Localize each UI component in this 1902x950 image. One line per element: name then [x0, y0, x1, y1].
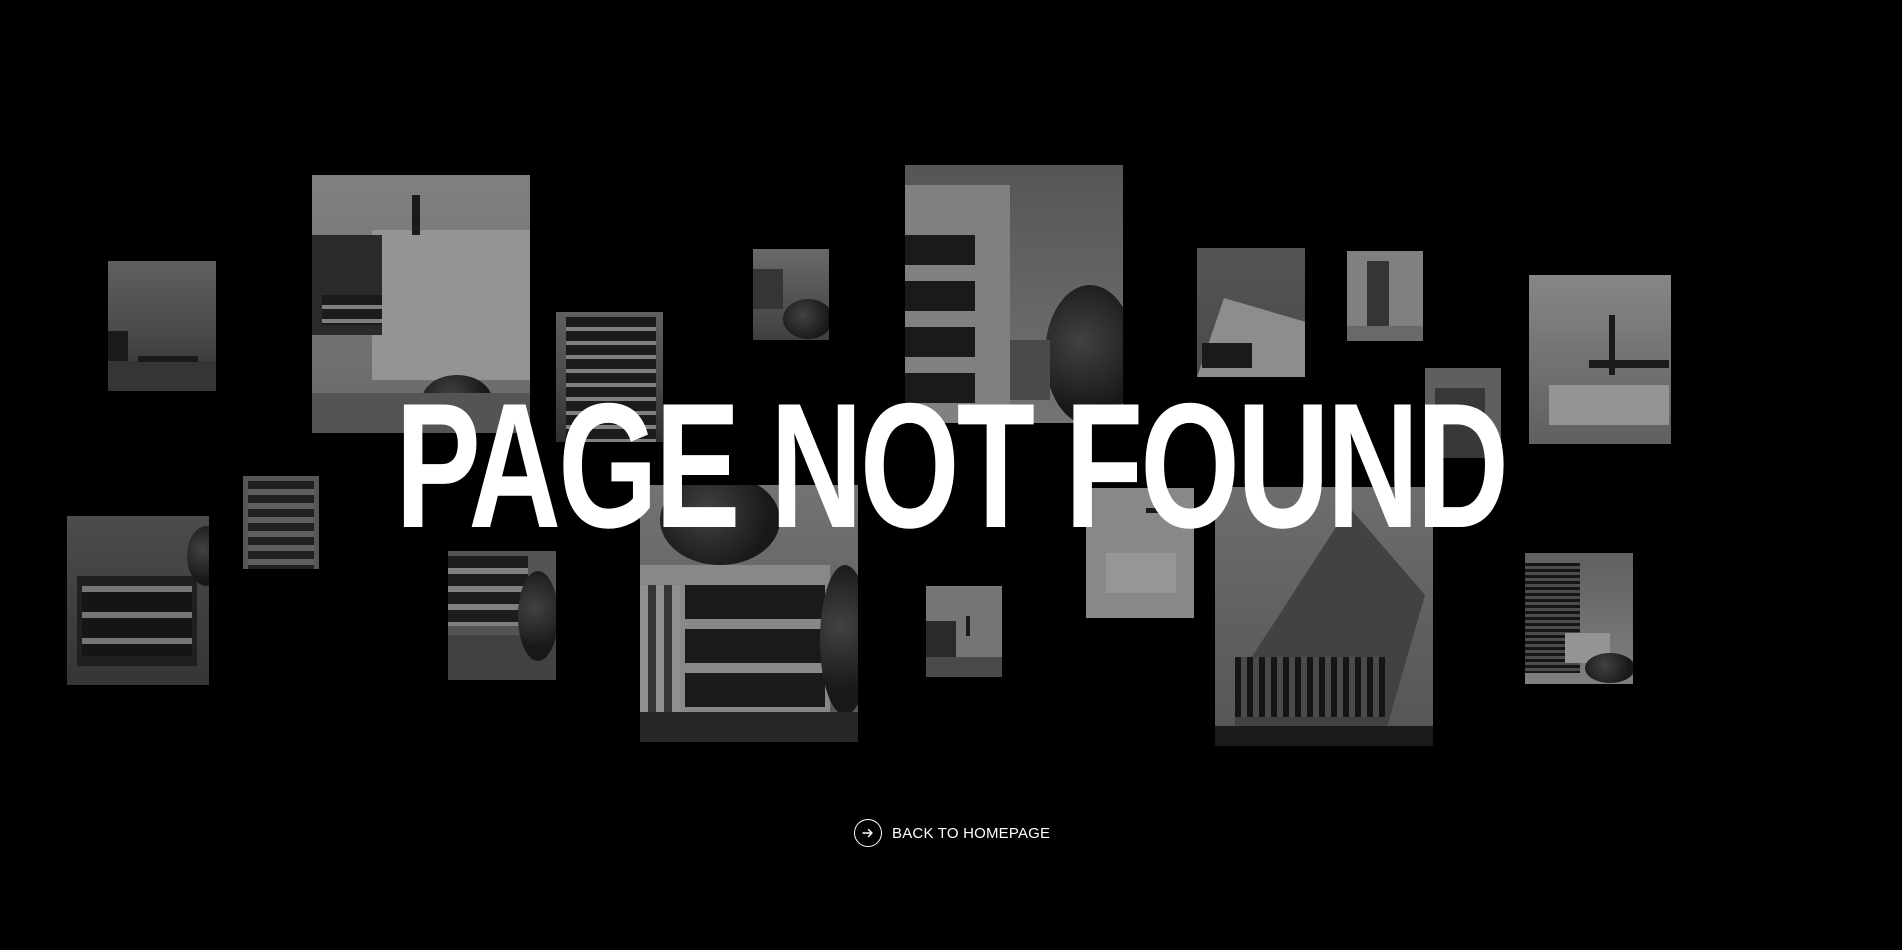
back-to-homepage-link[interactable]: BACK TO HOMEPAGE [854, 817, 1050, 849]
photo-interior-living [926, 586, 1002, 677]
photo-terrace-view [108, 261, 216, 391]
photo-wood-slat-facade [1525, 553, 1633, 684]
arrow-right-circle-icon [854, 819, 882, 847]
photo-interior-doorway [1347, 251, 1423, 341]
photo-rooftop-view [753, 249, 829, 340]
page-not-found-title: PAGE NOT FOUND [395, 366, 1509, 565]
back-to-homepage-label: BACK TO HOMEPAGE [892, 824, 1051, 842]
photo-apartment-with-garden [448, 551, 556, 680]
photo-angular-white-facade [1197, 248, 1305, 377]
photo-townhouse-night [67, 516, 209, 685]
